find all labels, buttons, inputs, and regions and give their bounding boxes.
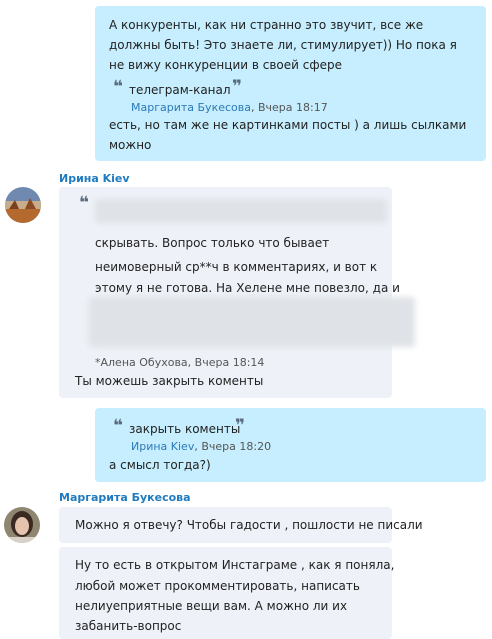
message-text: Ну то есть в открытом Инстаграме , как я…: [75, 558, 395, 572]
avatar-image: [4, 507, 40, 543]
quote-time: , Вчера 18:17: [250, 101, 328, 114]
incoming-message-2: Можно я отвечу? Чтобы гадости , пошлости…: [59, 507, 423, 543]
quote-author[interactable]: Маргарита Букесова: [131, 101, 251, 114]
quote-text: закрыть коменты: [129, 422, 241, 436]
sender-name[interactable]: Ирина Kiev: [59, 172, 130, 185]
message-text: не вижу конкуренции в своей сфере: [109, 58, 342, 72]
incoming-message-1: ❝ скрывать. Вопрос только что бывает неи…: [59, 187, 415, 398]
open-quote-icon: ❝: [79, 193, 89, 213]
outgoing-message-1: А конкуренты, как ни странно это звучит,…: [95, 6, 486, 161]
message-text: должны быть! Это знаете ли, стимулирует)…: [109, 38, 457, 52]
quote-attribution: Ирина Kiev, Вчера 18:20: [131, 437, 271, 456]
message-text: этому я не готова. На Хелене мне повезло…: [95, 281, 400, 295]
message-text: скрывать. Вопрос только что бывает: [95, 236, 330, 250]
quote-author[interactable]: Ирина Kiev: [131, 440, 194, 453]
outgoing-message-2: ❝ закрыть коменты ❞ Ирина Kiev, Вчера 18…: [95, 408, 486, 482]
open-quote-icon: ❝: [113, 416, 123, 436]
quote-time: , Вчера 18:20: [194, 440, 272, 453]
avatar[interactable]: [5, 187, 41, 223]
quote-text: телеграм-канал: [129, 83, 231, 97]
close-quote-icon: ❞: [232, 77, 242, 97]
message-text: есть, но там же не картинками посты ) а …: [109, 118, 467, 132]
avatar-image: [5, 187, 41, 223]
close-quote-icon: ❞: [235, 416, 245, 436]
blurred-text: [89, 297, 415, 347]
message-text: нелиуеприятные вещи вам. А можно ли их: [75, 599, 348, 613]
quote-attribution: Маргарита Букесова, Вчера 18:17: [131, 98, 328, 117]
open-quote-icon: ❝: [113, 77, 123, 97]
message-text: Можно я отвечу? Чтобы гадости , пошлости…: [75, 518, 423, 532]
incoming-message-3: Ну то есть в открытом Инстаграме , как я…: [59, 547, 395, 639]
message-text: неимоверный ср**ч в комментариях, и вот …: [95, 260, 378, 274]
message-text: забанить-вопрос: [75, 619, 182, 633]
sender-name[interactable]: Маргарита Букесова: [59, 491, 191, 504]
message-text: Ты можешь закрыть коменты: [75, 374, 264, 388]
avatar[interactable]: [4, 507, 40, 543]
message-text: а смысл тогда?): [109, 458, 211, 472]
message-text: любой может прокомментировать, написать: [75, 579, 360, 593]
quote-attribution: *Алена Обуховa, Вчера 18:14: [95, 356, 265, 369]
message-text: можно: [109, 138, 152, 152]
message-text: А конкуренты, как ни странно это звучит,…: [109, 18, 424, 32]
blurred-text: [95, 199, 387, 223]
